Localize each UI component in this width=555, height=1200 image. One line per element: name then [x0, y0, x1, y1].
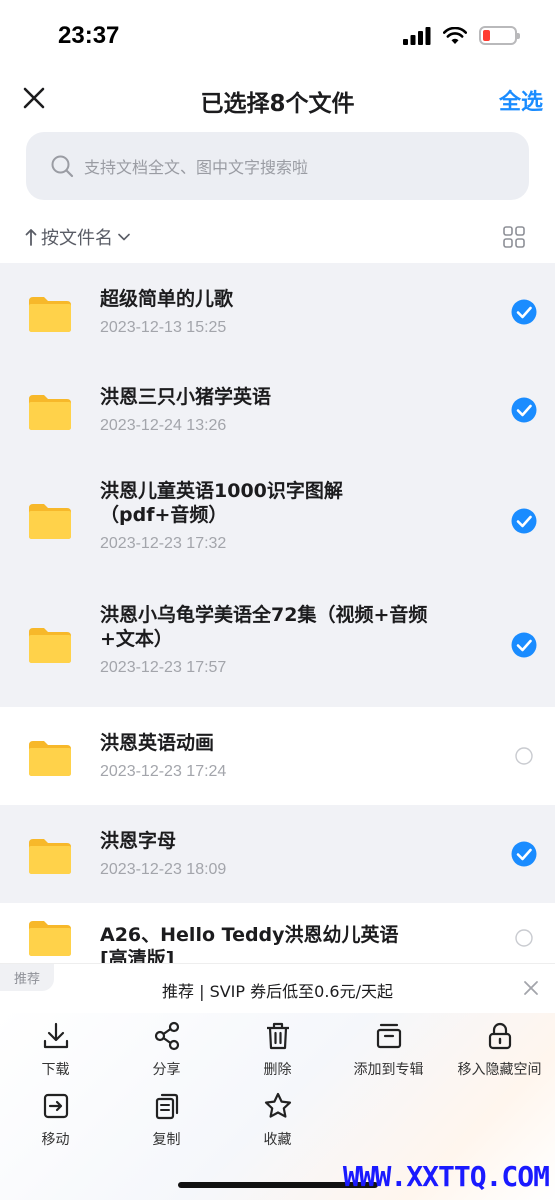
album-icon: [376, 1023, 401, 1049]
download-icon: [43, 1022, 68, 1049]
search-placeholder: 支持文档全文、图中文字搜索啦: [84, 158, 309, 177]
action-trash-button[interactable]: 删除: [222, 1021, 333, 1079]
star-icon: [264, 1092, 291, 1118]
share-icon: [154, 1021, 179, 1051]
promo-banner[interactable]: 推荐 推荐 | SVIP 券后低至0.6元/天起: [0, 963, 555, 1013]
file-name: 洪恩字母: [100, 829, 465, 853]
action-lock-button[interactable]: 移入隐藏空间: [444, 1021, 555, 1079]
folder-icon: [27, 295, 73, 333]
file-date: 2023-12-24 13:26: [100, 417, 227, 434]
folder-icon: [27, 626, 73, 664]
folder-icon: [27, 502, 73, 540]
action-star-button[interactable]: 收藏: [222, 1091, 333, 1149]
file-list: 超级简单的儿歌 2023-12-13 15:25 洪恩三只小猪学英语 2023-12-…: [0, 263, 555, 973]
checkbox-checked-icon[interactable]: [511, 632, 537, 658]
folder-icon: [27, 837, 73, 875]
checkbox-checked-icon[interactable]: [511, 841, 537, 867]
file-name-line: +文本）: [100, 628, 173, 650]
file-name-line: 洪恩儿童英语1000识字图解: [100, 480, 343, 502]
action-share-button[interactable]: 分享: [111, 1021, 222, 1079]
search-input[interactable]: 支持文档全文、图中文字搜索啦: [26, 132, 529, 200]
file-name-line: A26、Hello Teddy洪恩幼儿英语: [100, 924, 399, 946]
action-label: 移动: [41, 1132, 70, 1148]
file-name-line: 洪恩英语动画: [100, 732, 215, 754]
action-label: 收藏: [263, 1132, 292, 1148]
sort-dropdown[interactable]: 按文件名: [25, 224, 131, 250]
action-label: 下载: [41, 1062, 70, 1078]
file-name: 洪恩小乌龟学美语全72集（视频+音频 +文本）: [100, 603, 465, 651]
file-row[interactable]: 洪恩字母 2023-12-23 18:09: [0, 805, 555, 903]
sort-arrow-up-icon: [25, 229, 37, 246]
chevron-down-icon: [118, 233, 130, 241]
action-label: 添加到专辑: [353, 1062, 424, 1078]
wifi-icon: [443, 26, 467, 44]
grid-view-icon: [503, 226, 525, 248]
battery-icon: [479, 26, 520, 45]
checkbox-unchecked-icon[interactable]: [511, 925, 537, 951]
checkbox-unchecked-icon[interactable]: [511, 743, 537, 769]
search-icon: [51, 155, 74, 178]
file-name: 超级简单的儿歌: [100, 287, 465, 311]
file-name-line: 洪恩字母: [100, 830, 177, 852]
file-name: 洪恩儿童英语1000识字图解 （pdf+音频）: [100, 479, 465, 527]
checkbox-checked-icon[interactable]: [511, 299, 537, 325]
select-all-button[interactable]: 全选: [499, 84, 543, 116]
checkbox-checked-icon[interactable]: [511, 397, 537, 423]
file-row[interactable]: 洪恩儿童英语1000识字图解 （pdf+音频） 2023-12-23 17:32: [0, 459, 555, 583]
file-date: 2023-12-23 17:57: [100, 659, 227, 676]
file-row[interactable]: 洪恩英语动画 2023-12-23 17:24: [0, 707, 555, 805]
copy-icon: [155, 1093, 178, 1120]
folder-icon: [27, 919, 73, 957]
file-row[interactable]: 洪恩小乌龟学美语全72集（视频+音频 +文本） 2023-12-23 17:57: [0, 583, 555, 707]
file-name-line: 超级简单的儿歌: [100, 288, 234, 310]
file-name-line: 洪恩三只小猪学英语: [100, 386, 272, 408]
action-move-button[interactable]: 移动: [0, 1091, 111, 1149]
close-icon: [524, 981, 538, 995]
file-name-line: （pdf+音频）: [100, 504, 228, 526]
file-name-line: 洪恩小乌龟学美语全72集（视频+音频: [100, 604, 428, 626]
action-label: 删除: [263, 1062, 292, 1078]
promo-text: 推荐 | SVIP 券后低至0.6元/天起: [162, 982, 393, 1001]
checkbox-checked-icon[interactable]: [511, 508, 537, 534]
file-date: 2023-12-23 18:09: [100, 861, 227, 878]
status-icons: [403, 26, 520, 45]
promo-close-button[interactable]: [523, 980, 539, 1000]
folder-icon: [27, 393, 73, 431]
action-label: 移入隐藏空间: [457, 1062, 542, 1078]
move-icon: [43, 1093, 68, 1119]
trash-icon: [266, 1022, 289, 1050]
status-time: 23:37: [58, 22, 120, 49]
nav-bar: 已选择8个文件 全选: [0, 70, 555, 128]
file-row[interactable]: 超级简单的儿歌 2023-12-13 15:25: [0, 263, 555, 361]
folder-icon: [27, 739, 73, 777]
watermark: WWW.XXTTQ.COM: [342, 1160, 550, 1193]
lock-icon: [488, 1022, 511, 1050]
action-album-button[interactable]: 添加到专辑: [333, 1021, 444, 1079]
file-date: 2023-12-23 17:24: [100, 763, 227, 780]
action-download-button[interactable]: 下载: [0, 1021, 111, 1079]
status-bar: 23:37: [0, 0, 555, 70]
cellular-signal-icon: [403, 26, 431, 45]
action-copy-button[interactable]: 复制: [111, 1091, 222, 1149]
file-row[interactable]: 洪恩三只小猪学英语 2023-12-24 13:26: [0, 361, 555, 459]
sort-label: 按文件名: [41, 228, 113, 249]
page-title: 已选择8个文件: [200, 91, 355, 117]
file-name: 洪恩三只小猪学英语: [100, 385, 465, 409]
file-name: 洪恩英语动画: [100, 731, 465, 755]
grid-view-button[interactable]: [503, 226, 525, 252]
sort-bar: 按文件名: [0, 218, 555, 258]
action-label: 分享: [152, 1062, 181, 1078]
file-date: 2023-12-23 17:32: [100, 535, 227, 552]
action-label: 复制: [152, 1132, 181, 1148]
file-date: 2023-12-13 15:25: [100, 319, 227, 336]
